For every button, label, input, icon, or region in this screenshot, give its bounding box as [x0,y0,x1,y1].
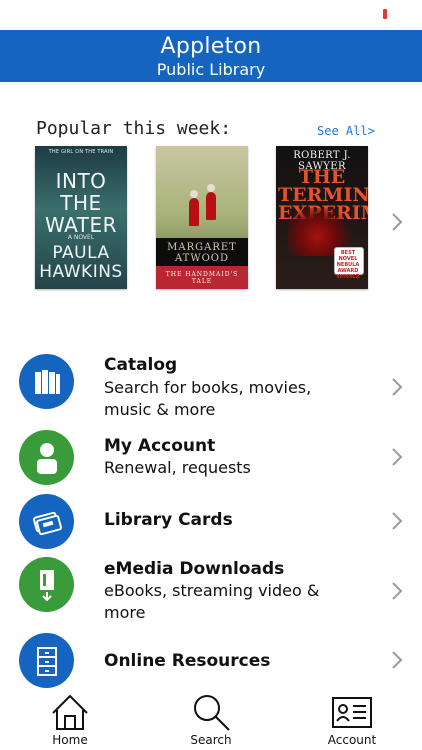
tab-home[interactable]: Home [45,690,95,750]
emedia-downloads-title: eMedia Downloads [104,559,285,579]
tab-home-label: Home [52,733,88,747]
book-cover-subtitle: A NOVEL [67,234,95,241]
catalog-subtitle: Search for books, movies, music & more [104,378,312,419]
tab-account[interactable]: Account [324,690,380,750]
chevron-right-icon [392,582,403,600]
search-icon [194,695,230,731]
library-card-icon [19,494,74,549]
bottom-tab-bar: Home Search Account [0,690,422,750]
library-cards-title: Library Cards [104,510,233,530]
cover-figure-head [190,190,198,198]
books-icon [19,354,74,409]
menu-item-catalog[interactable]: Catalog Search for books, movies, music … [0,351,422,421]
menu-item-library-cards[interactable]: Library Cards [0,494,422,550]
book-cover[interactable]: THE GIRL ON THE TRAIN INTO THE WATER A N… [35,146,127,289]
status-bar [0,0,422,30]
book-cover-author: PAULA HAWKINS [39,243,123,282]
my-account-subtitle: Renewal, requests [104,458,251,477]
carousel-next-icon[interactable] [390,212,404,232]
catalog-title: Catalog [104,355,178,375]
chevron-right-icon [392,378,403,396]
download-book-icon [19,557,74,612]
brand-subtitle: Public Library [156,60,266,79]
book-cover-title: INTO THE WATER [44,169,118,237]
menu-item-my-account[interactable]: My Account Renewal, requests [0,430,422,486]
book-cover[interactable]: ROBERT J. SAWYER THE TERMINAL EXPERIMENT… [276,146,368,289]
online-resources-title: Online Resources [104,651,271,671]
book-cover-tagline: THE GIRL ON THE TRAIN [48,149,114,155]
my-account-title: My Account [104,436,216,456]
chevron-right-icon [392,448,403,466]
menu-item-emedia-downloads[interactable]: eMedia Downloads eBooks, streaming video… [0,557,422,627]
popular-heading: Popular this week: [36,118,232,139]
chevron-right-icon [392,512,403,530]
cover-figure [206,192,216,220]
book-cover-title: THE HANDMAID'S TALE [165,271,239,285]
book-cover[interactable]: MARGARET ATWOOD THE HANDMAID'S TALE [156,146,248,289]
home-icon [52,694,88,730]
cover-figure-head [207,184,215,192]
emedia-downloads-subtitle: eBooks, streaming video & more [104,581,320,622]
tab-search[interactable]: Search [186,690,236,750]
tab-search-label: Search [190,733,232,747]
battery-icon [383,9,387,19]
tab-account-label: Account [327,733,377,747]
see-all-link[interactable]: See All> [317,124,375,138]
chevron-right-icon [392,651,403,669]
app-header: Appleton Public Library [0,30,422,82]
book-cover-author: MARGARET ATWOOD [167,242,237,264]
cover-figure [189,198,199,226]
award-badge-text: BEST NOVEL NEBULA AWARD WINNER [336,250,360,280]
brand-title: Appleton [160,34,262,59]
account-card-icon [332,697,372,728]
file-cabinet-icon [19,633,74,688]
menu-item-online-resources[interactable]: Online Resources [0,633,422,689]
person-icon [19,430,74,485]
